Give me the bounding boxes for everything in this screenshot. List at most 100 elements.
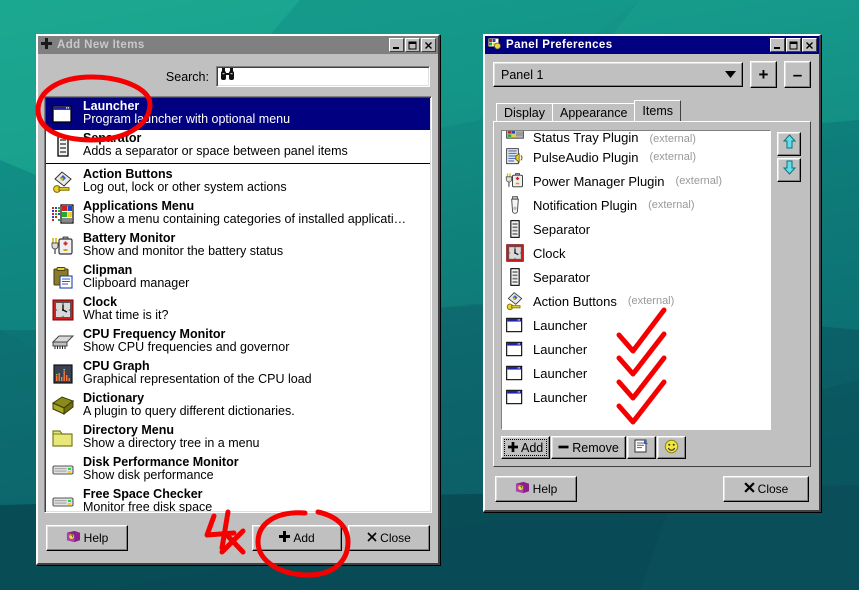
prefs-window-titlebar[interactable]: Panel Preferences (485, 36, 819, 54)
available-item-row[interactable]: CPU Frequency Monitor Show CPU frequencie… (46, 326, 430, 358)
available-item-title: Dictionary (83, 391, 145, 405)
available-item-row[interactable]: Clock What time is it? (46, 294, 430, 326)
panel-item-external-badge: (external) (648, 199, 695, 211)
search-input[interactable] (216, 66, 430, 87)
available-item-description: Clipboard manager (83, 275, 190, 290)
available-item-text: Disk Performance Monitor Show disk perfor… (83, 455, 239, 482)
close-button-prefs-window[interactable]: Close (723, 476, 809, 502)
available-item-title: Directory Menu (83, 423, 174, 437)
item-move-buttons (777, 130, 803, 430)
x-icon (367, 531, 377, 545)
available-item-text: Battery Monitor Show and monitor the batt… (83, 231, 283, 258)
close-button[interactable] (421, 38, 436, 52)
tab-label: Appearance (560, 106, 628, 120)
panel-item-row[interactable]: Clock (502, 241, 770, 265)
available-item-row[interactable]: Clipman Clipboard manager (46, 262, 430, 294)
available-item-text: Dictionary A plugin to query different di… (83, 391, 295, 418)
add-window-titlebar[interactable]: Add New Items (38, 36, 438, 54)
close-button[interactable] (802, 38, 817, 52)
tab-label: Display (504, 106, 545, 120)
remove-item-button[interactable]: Remove (551, 436, 626, 459)
available-item-row[interactable]: Dictionary A plugin to query different di… (46, 390, 430, 422)
panel-item-row[interactable]: Notification Plugin (external) (502, 193, 770, 217)
available-item-description: Show a menu containing categories of ins… (83, 211, 407, 226)
panel-item-row[interactable]: Launcher (502, 385, 770, 409)
search-label: Search: (165, 69, 209, 84)
available-item-title: Clock (83, 295, 118, 309)
minimize-button[interactable] (770, 38, 785, 52)
item-properties-button[interactable] (626, 436, 656, 459)
available-item-description: Show a directory tree in a menu (83, 435, 260, 450)
search-row: Search: (44, 60, 432, 96)
cpu-graph-icon (49, 359, 77, 389)
panel-item-row[interactable]: Launcher (502, 337, 770, 361)
available-item-row[interactable]: Disk Performance Monitor Show disk perfor… (46, 454, 430, 486)
add-new-items-window[interactable]: Add New Items Search: Launcher Program l… (36, 34, 440, 565)
add-item-button[interactable]: Add (252, 525, 342, 551)
panel-selector-value: Panel 1 (501, 67, 544, 82)
book-icon (49, 391, 77, 421)
close-button-add-window[interactable]: Close (348, 525, 430, 551)
minimize-button[interactable] (389, 38, 404, 52)
launcher-icon (504, 362, 526, 384)
available-item-row[interactable]: CPU Graph Graphical representation of the… (46, 358, 430, 390)
add-item-button[interactable]: Add (501, 436, 551, 459)
prefs-window-body: Panel 1 + – Display Appearance Items Statu… (485, 54, 819, 510)
items-toolbar: Add Remove (501, 436, 803, 459)
help-button[interactable]: Help (495, 476, 577, 502)
remove-panel-button[interactable]: – (784, 61, 811, 88)
available-items-list[interactable]: Launcher Program launcher with optional m… (44, 96, 432, 513)
panel-item-external-badge: (external) (627, 295, 675, 307)
maximize-button[interactable] (405, 38, 420, 52)
available-item-text: Applications Menu Show a menu containing … (83, 199, 406, 226)
add-window-titlebar-buttons (389, 38, 436, 52)
separator-icon (504, 218, 526, 240)
panel-item-row[interactable]: Separator (502, 265, 770, 289)
panel-item-label: Launcher (533, 389, 588, 405)
available-item-row[interactable]: Free Space Checker Monitor free disk spac… (46, 486, 430, 513)
help-button[interactable]: Help (46, 525, 128, 551)
available-item-row[interactable]: Battery Monitor Show and monitor the batt… (46, 230, 430, 262)
tab-items[interactable]: Items (634, 100, 681, 121)
available-item-row[interactable]: Directory Menu Show a directory tree in a… (46, 422, 430, 454)
panel-item-row[interactable]: Launcher (502, 361, 770, 385)
move-item-down-button[interactable] (777, 158, 801, 182)
add-panel-button[interactable]: + (750, 61, 777, 88)
clipboard-icon (49, 263, 77, 293)
panel-item-row[interactable]: Action Buttons (external) (502, 289, 770, 313)
panel-item-row[interactable]: Launcher (502, 313, 770, 337)
available-item-row[interactable]: Launcher Program launcher with optional m… (46, 98, 430, 130)
battery-icon (49, 231, 77, 261)
available-item-row[interactable]: Applications Menu Show a menu containing … (46, 198, 430, 230)
available-item-title: Separator (83, 131, 142, 145)
panel-preferences-window[interactable]: Panel Preferences Panel 1 + – Display Ap… (483, 34, 821, 512)
tab-display[interactable]: Display (496, 103, 553, 122)
clock-icon (49, 295, 77, 325)
add-item-button-label: Add (293, 531, 315, 545)
panel-item-label: Power Manager Plugin (533, 173, 665, 189)
panel-item-row[interactable]: PulseAudio Plugin (external) (502, 145, 770, 169)
panel-selector-row: Panel 1 + – (493, 61, 811, 88)
about-item-button[interactable] (656, 436, 686, 459)
panel-items-list[interactable]: Status Tray Plugin (external) PulseAudio P… (501, 130, 771, 430)
move-item-up-button[interactable] (777, 132, 801, 156)
panel-settings-icon (487, 37, 501, 53)
available-item-description: Program launcher with optional menu (83, 111, 291, 126)
properties-icon (634, 439, 649, 456)
tab-appearance[interactable]: Appearance (552, 103, 636, 122)
panel-item-row[interactable]: Power Manager Plugin (external) (502, 169, 770, 193)
applications-menu-icon (49, 199, 77, 229)
available-item-description: Monitor free disk space (83, 499, 213, 513)
available-item-row[interactable]: Action Buttons Log out, lock or other sys… (46, 166, 430, 198)
panel-selector-dropdown[interactable]: Panel 1 (493, 62, 743, 87)
prefs-window-footer: Help Close (493, 467, 811, 502)
folder-icon (49, 423, 77, 453)
maximize-button[interactable] (786, 38, 801, 52)
power-manager-icon (504, 170, 526, 192)
panel-item-external-badge: (external) (649, 133, 696, 145)
panel-item-row[interactable]: Status Tray Plugin (external) (502, 131, 770, 145)
arrow-up-icon (782, 134, 796, 154)
available-item-row[interactable]: Separator Adds a separator or space betwe… (46, 130, 430, 162)
panel-items-list-body: Status Tray Plugin (external) PulseAudio P… (502, 131, 770, 429)
panel-item-row[interactable]: Separator (502, 217, 770, 241)
